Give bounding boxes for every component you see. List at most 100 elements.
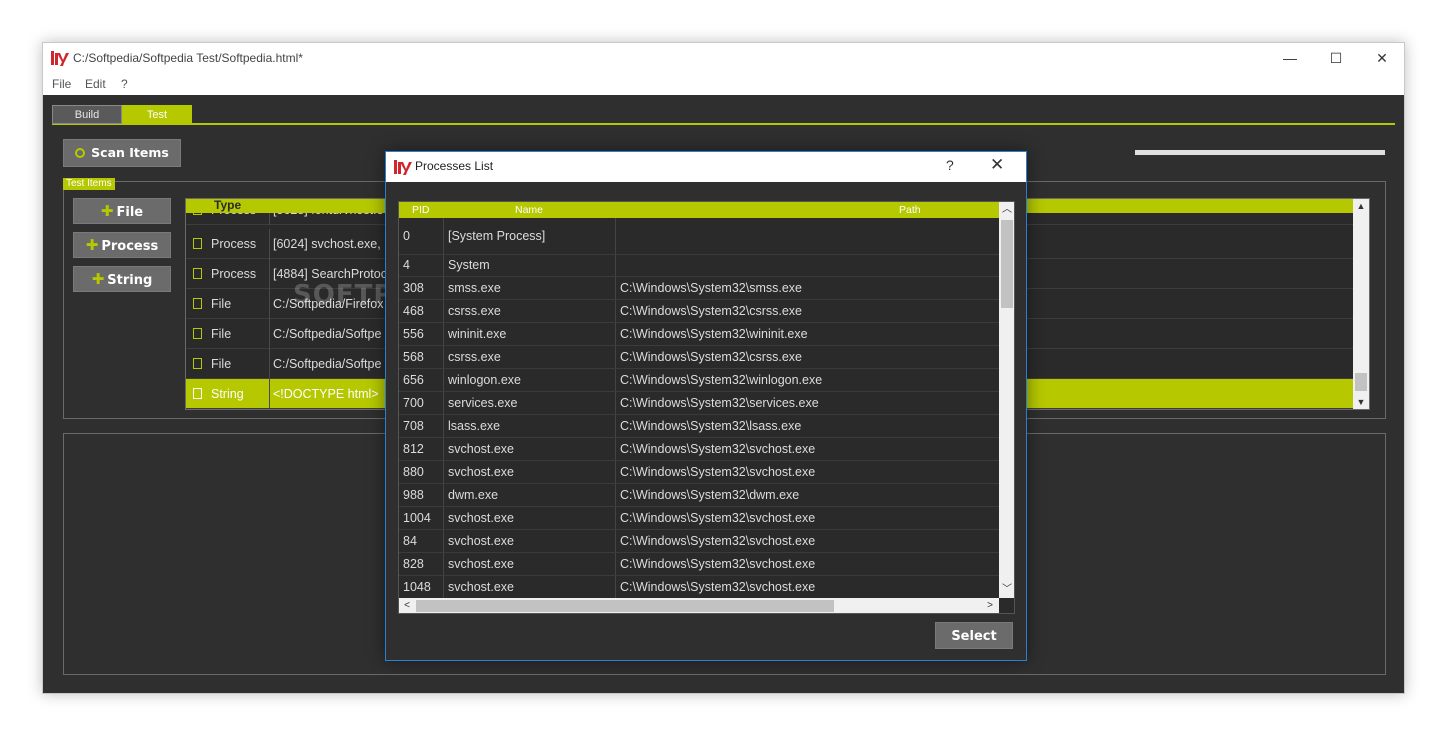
header-type: Type — [214, 198, 242, 212]
app-logo-icon — [51, 51, 69, 66]
row-pid: 468 — [403, 304, 424, 318]
menu-file[interactable]: File — [52, 77, 71, 91]
row-name: svchost.exe — [448, 557, 515, 571]
header-pid[interactable]: PID — [412, 204, 430, 216]
row-path: C:\Windows\System32\svchost.exe — [620, 580, 816, 594]
row-pid: 84 — [403, 534, 417, 548]
row-pid: 568 — [403, 350, 424, 364]
table-row[interactable]: 708 lsass.exe C:\Windows\System32\lsass.ex… — [399, 415, 999, 438]
add-string-button[interactable]: ✚ String — [73, 266, 171, 292]
row-value: <!DOCTYPE html> — [273, 387, 379, 401]
scroll-thumb[interactable] — [1001, 220, 1013, 308]
row-path: C:\Windows\System32\svchost.exe — [620, 511, 816, 525]
plus-icon: ✚ — [85, 236, 99, 254]
row-path: C:\Windows\System32\smss.exe — [620, 281, 802, 295]
window-title: C:/Softpedia/Softpedia Test/Softpedia.ht… — [73, 51, 303, 65]
tab-test[interactable]: Test — [122, 105, 192, 124]
minimize-button[interactable]: — — [1267, 43, 1313, 73]
row-type: String — [211, 387, 244, 401]
row-name: csrss.exe — [448, 350, 501, 364]
row-type: File — [211, 297, 232, 311]
vertical-scrollbar[interactable]: ▲ ▼ — [1353, 199, 1369, 409]
process-icon — [193, 268, 202, 279]
scroll-up-icon[interactable]: ▲ — [1353, 199, 1369, 213]
row-path: C:\Windows\System32\dwm.exe — [620, 488, 800, 502]
horizontal-scrollbar[interactable]: < > — [399, 598, 999, 613]
file-icon — [193, 298, 202, 309]
table-row[interactable]: 84 svchost.exe C:\Windows\System32\svchost… — [399, 530, 999, 553]
row-path: C:\Windows\System32\svchost.exe — [620, 534, 816, 548]
table-row[interactable]: 656 winlogon.exe C:\Windows\System32\winlo… — [399, 369, 999, 392]
table-row[interactable]: 568 csrss.exe C:\Windows\System32\csrss.ex… — [399, 346, 999, 369]
table-row[interactable]: 812 svchost.exe C:\Windows\System32\svchos… — [399, 438, 999, 461]
row-name: csrss.exe — [448, 304, 501, 318]
table-row[interactable]: 880 svchost.exe C:\Windows\System32\svchos… — [399, 461, 999, 484]
row-name: winlogon.exe — [448, 373, 521, 387]
plus-icon: ✚ — [91, 270, 105, 288]
help-button[interactable]: ? — [946, 157, 954, 173]
scan-icon — [75, 148, 86, 158]
add-file-label: File — [116, 205, 144, 220]
scroll-left-icon[interactable]: < — [400, 599, 414, 613]
row-path: C:\Windows\System32\wininit.exe — [620, 327, 808, 341]
row-pid: 812 — [403, 442, 424, 456]
row-value: [6024] svchost.exe, — [273, 237, 381, 251]
table-row[interactable]: 468 csrss.exe C:\Windows\System32\csrss.ex… — [399, 300, 999, 323]
table-row[interactable]: 988 dwm.exe C:\Windows\System32\dwm.exe — [399, 484, 999, 507]
row-name: svchost.exe — [448, 465, 515, 479]
add-process-button[interactable]: ✚ Process — [73, 232, 171, 258]
table-row[interactable]: 1004 svchost.exe C:\Windows\System32\svcho… — [399, 507, 999, 530]
tab-build[interactable]: Build — [52, 105, 122, 124]
vertical-scrollbar[interactable]: ︿ ﹀ — [999, 202, 1014, 598]
app-logo-icon — [394, 160, 412, 175]
tab-bar: Build Test — [52, 104, 1395, 125]
select-button[interactable]: Select — [935, 622, 1013, 649]
scroll-right-icon[interactable]: > — [983, 599, 997, 613]
row-name: smss.exe — [448, 281, 501, 295]
header-name[interactable]: Name — [515, 204, 543, 216]
close-button[interactable]: ✕ — [1359, 43, 1405, 73]
menu-help[interactable]: ? — [121, 77, 128, 91]
progress-bar — [1135, 150, 1385, 155]
row-name: svchost.exe — [448, 511, 515, 525]
table-row[interactable]: 1048 svchost.exe C:\Windows\System32\svcho… — [399, 576, 999, 599]
table-row[interactable]: 700 services.exe C:\Windows\System32\servi… — [399, 392, 999, 415]
dialog-title-bar[interactable]: Processes List ? ✕ — [386, 152, 1026, 182]
dialog-close-button[interactable]: ✕ — [990, 155, 1004, 175]
process-icon — [193, 238, 202, 249]
edit-icon — [193, 388, 202, 399]
row-name: services.exe — [448, 396, 518, 410]
table-row[interactable]: 4 System — [399, 255, 999, 277]
row-name: lsass.exe — [448, 419, 501, 433]
table-row[interactable]: 308 smss.exe C:\Windows\System32\smss.exe — [399, 277, 999, 300]
scroll-down-icon[interactable]: ﹀ — [1000, 583, 1014, 597]
row-path: C:\Windows\System32\svchost.exe — [620, 465, 816, 479]
add-process-label: Process — [101, 239, 159, 254]
maximize-button[interactable]: ☐ — [1313, 43, 1359, 73]
table-row[interactable]: 556 wininit.exe C:\Windows\System32\winini… — [399, 323, 999, 346]
table-header: PID Name Path — [399, 202, 999, 218]
row-path: C:\Windows\System32\services.exe — [620, 396, 819, 410]
scroll-thumb[interactable] — [1355, 373, 1367, 391]
add-file-button[interactable]: ✚ File — [73, 198, 171, 224]
row-path: C:\Windows\System32\csrss.exe — [620, 350, 802, 364]
plus-icon: ✚ — [100, 202, 114, 220]
test-items-label: Test Items — [63, 178, 115, 190]
scroll-down-icon[interactable]: ▼ — [1353, 395, 1369, 409]
scroll-up-icon[interactable]: ︿ — [1000, 203, 1014, 217]
row-type: File — [211, 357, 232, 371]
table-row[interactable]: 828 svchost.exe C:\Windows\System32\svchos… — [399, 553, 999, 576]
row-type: Process — [211, 267, 257, 281]
table-row[interactable]: 0 [System Process] — [399, 218, 999, 255]
scroll-thumb[interactable] — [416, 600, 834, 612]
row-pid: 988 — [403, 488, 424, 502]
header-path[interactable]: Path — [899, 204, 921, 216]
scan-items-button[interactable]: Scan Items — [63, 139, 181, 167]
processes-table: PID Name Path 0 [System Process] 4 System 30… — [398, 201, 1015, 614]
menu-edit[interactable]: Edit — [85, 77, 106, 91]
add-string-label: String — [107, 273, 153, 288]
row-pid: 1048 — [403, 580, 431, 594]
row-name: svchost.exe — [448, 534, 515, 548]
row-path: C:\Windows\System32\csrss.exe — [620, 304, 802, 318]
title-bar[interactable]: C:/Softpedia/Softpedia Test/Softpedia.ht… — [43, 43, 1404, 73]
